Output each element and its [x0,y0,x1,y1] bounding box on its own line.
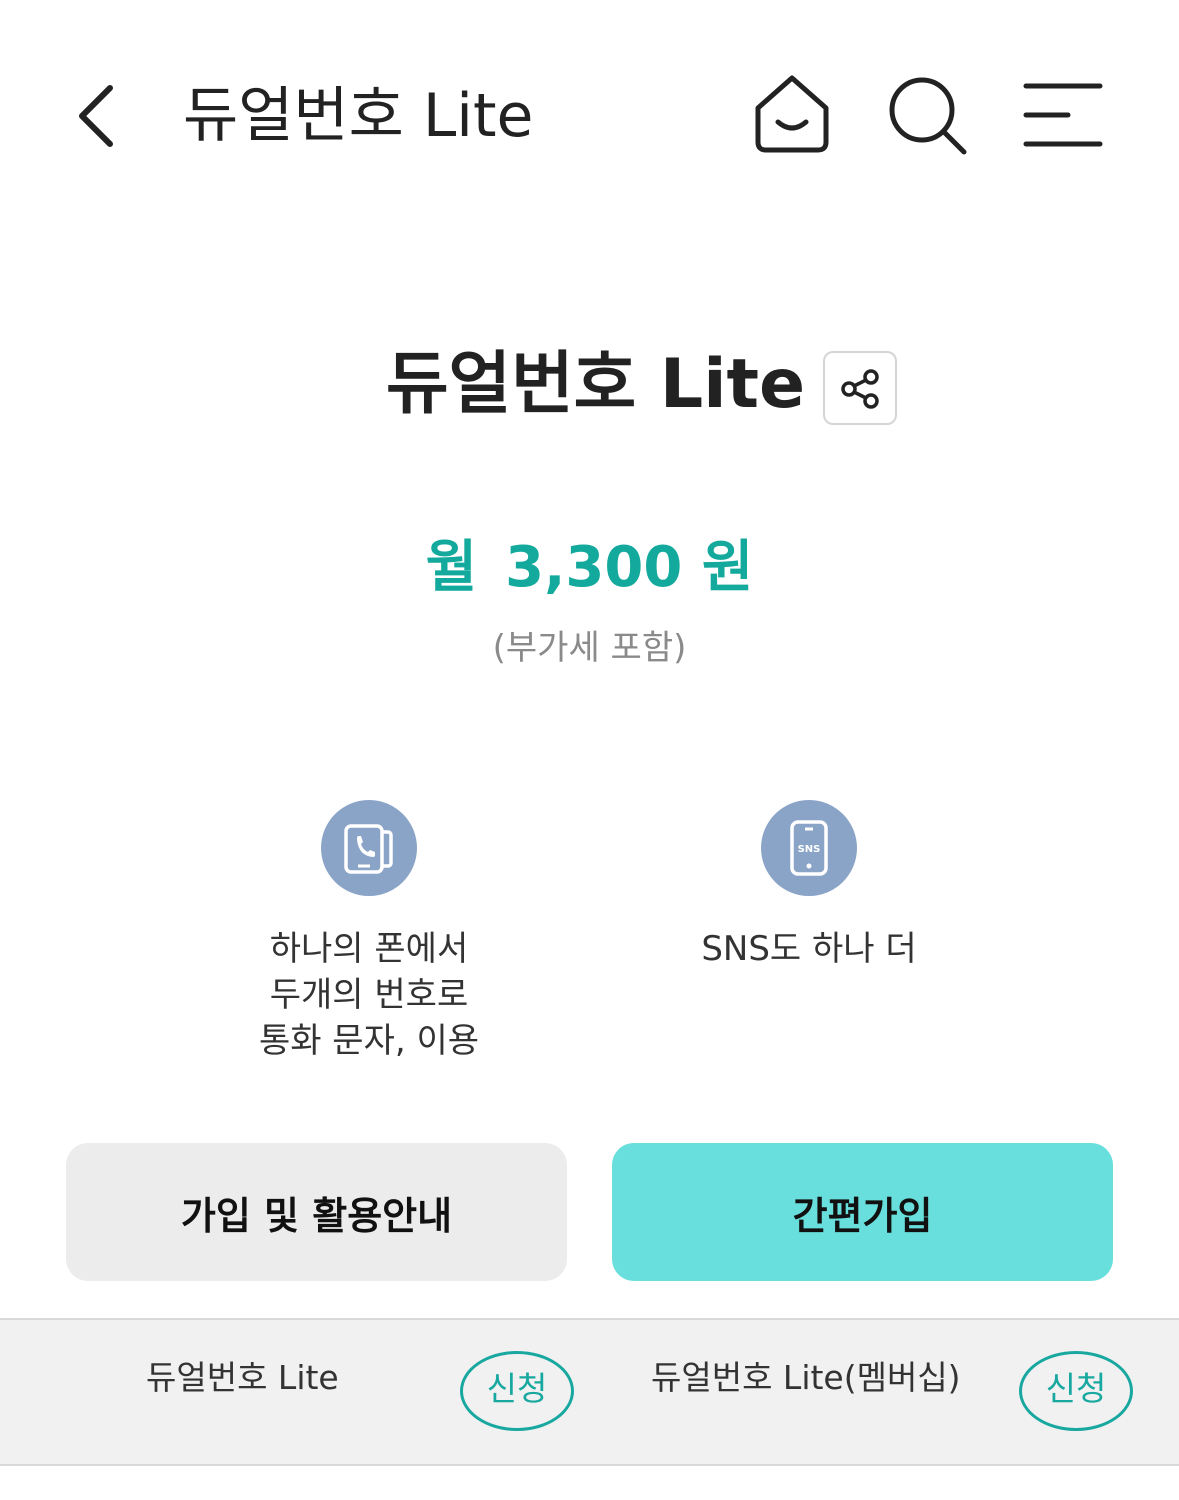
menu-button[interactable] [1020,72,1104,156]
guide-button[interactable]: 가입 및 활용안내 [66,1143,567,1281]
dual-phone-call-icon [344,824,393,874]
feature-line: 두개의 번호로 [269,975,469,1015]
chevron-left-icon [79,85,113,147]
menu-icon [1023,83,1103,147]
apply-button[interactable]: 신청 [460,1351,574,1431]
feature-dual-number: 하나의 폰에서 두개의 번호로 통화 문자, 이용 [149,800,589,1064]
share-icon [841,369,879,409]
price: 월 3,300 원 [0,530,1179,606]
feature-icon-circle: SNS [761,800,857,896]
plan-apply-bar: 듀얼번호 Lite 신청 듀얼번호 Lite(멤버십) 신청 [0,1318,1179,1466]
product-title-row: 듀얼번호 Lite [0,340,1179,430]
price-amount: 3,300 [505,535,683,600]
home-icon [755,75,829,153]
search-button[interactable] [884,72,968,156]
product-detail-page: 듀얼번호 Lite 듀얼번호 Lite 월 3,300 원 (부가세 포함) 하… [0,0,1179,1500]
feature-description: SNS도 하나 더 [589,926,1029,972]
header-title: 듀얼번호 Lite [183,81,534,151]
quick-join-button[interactable]: 간편가입 [612,1143,1113,1281]
feature-description: 하나의 폰에서 두개의 번호로 통화 문자, 이용 [149,926,589,1064]
product-title: 듀얼번호 Lite [386,345,806,424]
feature-sns: SNS SNS도 하나 더 [589,800,1029,972]
apply-button[interactable]: 신청 [1019,1351,1133,1431]
plan-name: 듀얼번호 Lite [146,1358,339,1397]
feature-icon-circle [321,800,417,896]
back-button[interactable] [70,80,130,152]
feature-line: SNS도 하나 더 [701,929,917,969]
home-button[interactable] [750,72,834,156]
vat-note: (부가세 포함) [492,628,687,668]
plan-name: 듀얼번호 Lite(멤버십) [651,1358,961,1397]
share-button[interactable] [823,351,897,425]
feature-line: 통화 문자, 이용 [258,1021,480,1061]
feature-line: 하나의 폰에서 [269,929,469,969]
price-prefix: 월 [425,535,478,600]
price-unit: 원 [701,535,754,600]
sns-icon-text: SNS [798,844,821,855]
sns-phone-icon: SNS [790,820,828,876]
top-header: 듀얼번호 Lite [0,0,1179,230]
search-icon [889,77,967,155]
